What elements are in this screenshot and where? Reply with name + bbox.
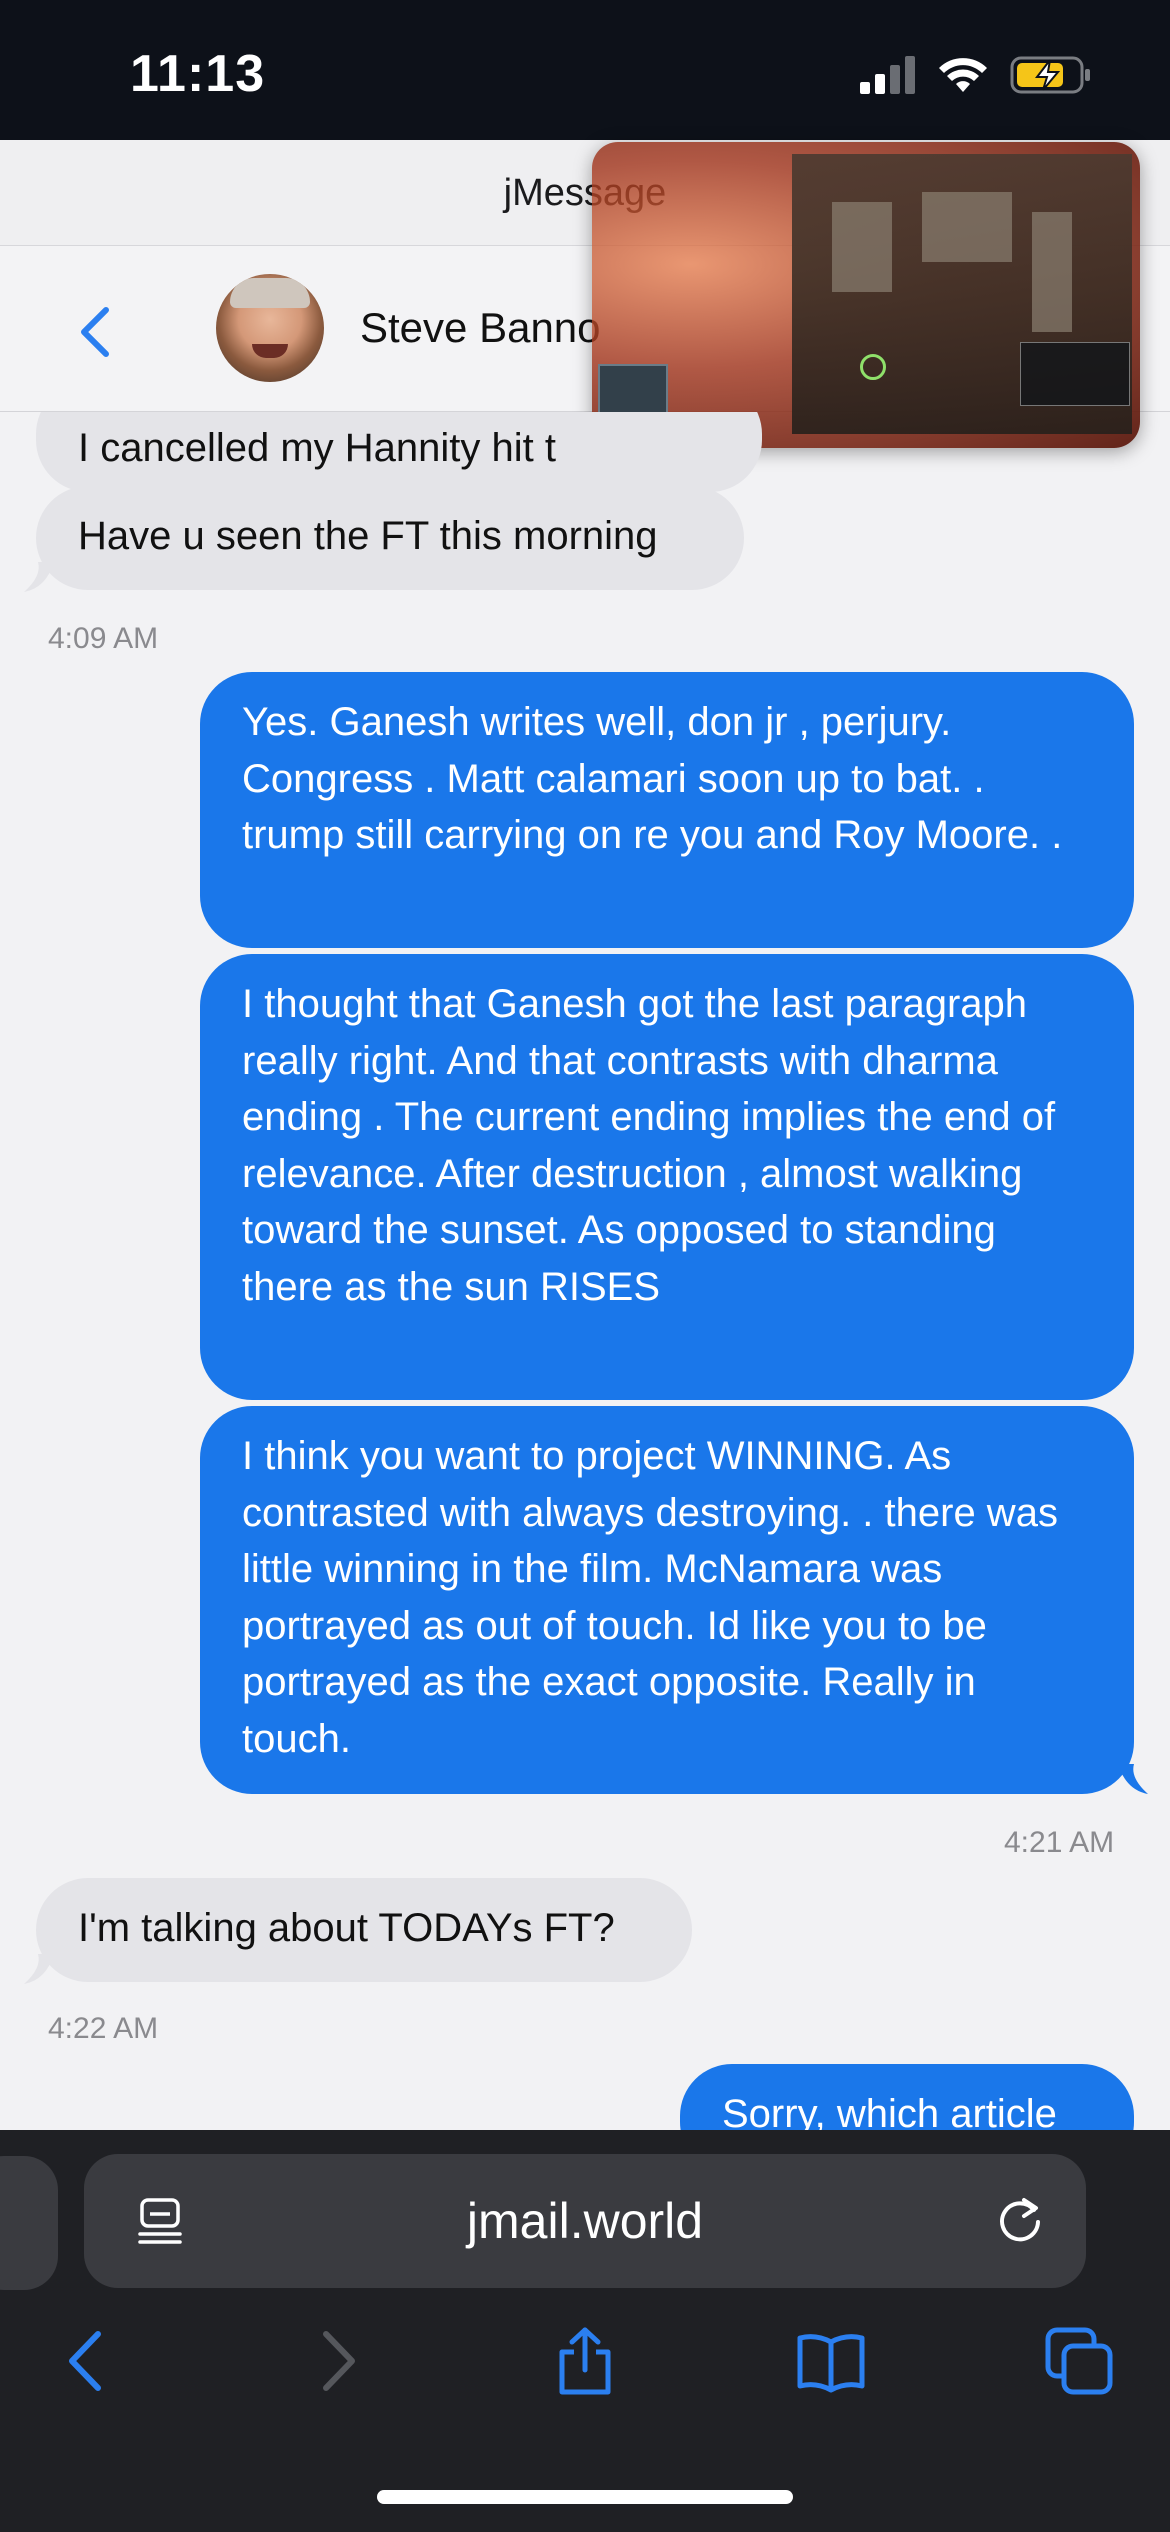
tabs-icon[interactable] (1044, 2326, 1114, 2396)
back-arrow-icon[interactable] (52, 2326, 122, 2396)
message-text: I think you want to project WINNING. As … (242, 1434, 1058, 1761)
battery-charging-icon (1010, 56, 1090, 94)
message-text: Have u seen the FT this morning (78, 514, 658, 558)
message-text: Sorry, which article (722, 2092, 1057, 2130)
cellular-signal-icon (860, 56, 915, 94)
back-chevron-icon[interactable] (76, 304, 116, 360)
video-window-shape (922, 192, 1012, 262)
avatar-hair (230, 278, 310, 308)
avatar-mouth (252, 344, 288, 358)
contact-name[interactable]: Steve Bannon (360, 304, 600, 352)
message-bubble-incoming[interactable]: Have u seen the FT this morning (36, 486, 744, 590)
message-text: I'm talking about TODAYs FT? (78, 1906, 615, 1950)
message-bubble-incoming[interactable]: I cancelled my Hannity hit t (36, 412, 762, 492)
message-bubble-outgoing[interactable]: Sorry, which article (680, 2064, 1134, 2130)
picture-in-picture-video[interactable] (592, 142, 1140, 448)
crosshair-icon (860, 354, 886, 380)
home-indicator[interactable] (377, 2490, 793, 2504)
message-text: Yes. Ganesh writes well, don jr , perjur… (242, 700, 1063, 857)
message-timestamp: 4:21 AM (1004, 1826, 1115, 1859)
message-bubble-outgoing[interactable]: Yes. Ganesh writes well, don jr , perjur… (200, 672, 1134, 948)
share-icon[interactable] (550, 2326, 620, 2396)
status-time: 11:13 (130, 45, 266, 103)
reload-icon[interactable] (994, 2194, 1046, 2246)
message-bubble-outgoing[interactable]: I thought that Ganesh got the last parag… (200, 954, 1134, 1400)
status-bar: 11:13 (0, 0, 1170, 140)
url-text: jmail.world (466, 2193, 704, 2249)
browser-toolbar: jmail.world (0, 2130, 1170, 2532)
previous-tab-preview[interactable] (0, 2156, 58, 2290)
bookmarks-icon[interactable] (796, 2326, 866, 2396)
game-weapon-icon (1020, 342, 1130, 406)
forward-arrow-icon[interactable] (302, 2326, 372, 2396)
wifi-icon (939, 58, 987, 92)
bubble-tail-icon (24, 1954, 54, 1984)
video-window-shape (832, 202, 892, 292)
message-bubble-incoming[interactable]: I'm talking about TODAYs FT? (36, 1878, 692, 1982)
message-timestamp: 4:22 AM (48, 2012, 159, 2045)
message-thread[interactable]: I cancelled my Hannity hit t Have u seen… (0, 412, 1170, 2130)
message-bubble-outgoing[interactable]: I think you want to project WINNING. As … (200, 1406, 1134, 1794)
message-text: I cancelled my Hannity hit t (78, 426, 556, 470)
screen: 11:13 jMessage Steve Bannon I cancelled … (0, 0, 1170, 2532)
message-timestamp: 4:09 AM (48, 622, 159, 655)
video-window-shape (1032, 212, 1072, 332)
address-bar[interactable]: jmail.world (84, 2154, 1086, 2288)
status-icons (860, 50, 1092, 100)
avatar[interactable] (216, 274, 324, 382)
message-text: I thought that Ganesh got the last parag… (242, 982, 1056, 1309)
bubble-tail-icon (24, 562, 54, 592)
bubble-tail-icon (1118, 1764, 1148, 1794)
